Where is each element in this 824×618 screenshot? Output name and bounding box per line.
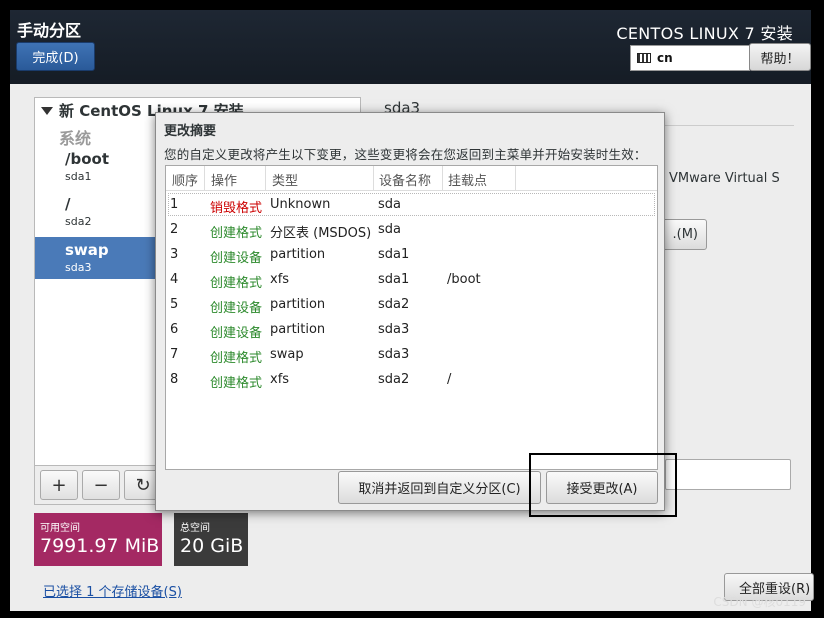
cell-order: 5 xyxy=(170,297,179,312)
cell-action: 创建设备 xyxy=(210,301,263,316)
keyboard-icon xyxy=(637,53,651,63)
cell-action: 创建格式 xyxy=(210,351,263,366)
cell-action: 创建格式 xyxy=(210,226,263,241)
cell-order: 2 xyxy=(170,222,179,237)
cell-action: 创建设备 xyxy=(210,251,263,266)
header-bar: 手动分区 完成(D) CENTOS LINUX 7 安装 cn 帮助！ xyxy=(10,10,811,84)
column-separator xyxy=(442,166,443,191)
cell-order: 6 xyxy=(170,322,179,337)
cell-device: sda2 xyxy=(378,297,410,312)
help-button[interactable]: 帮助！ xyxy=(749,43,811,71)
page-title: 手动分区 xyxy=(17,21,82,40)
cell-order: 3 xyxy=(170,247,179,262)
watermark: CSDN @核0119 xyxy=(713,595,806,609)
cell-action: 创建设备 xyxy=(210,326,263,341)
detail-input-field[interactable] xyxy=(665,459,791,490)
cell-device: sda1 xyxy=(378,247,410,262)
partition-name: / xyxy=(65,195,71,213)
keyboard-layout-indicator[interactable]: cn xyxy=(630,45,750,71)
column-header-type[interactable]: 类型 xyxy=(272,170,298,189)
summary-dialog: 更改摘要 您的自定义更改将产生以下变更，这些变更将会在您返回到主菜单并开始安装时… xyxy=(155,112,665,511)
cell-order: 1 xyxy=(170,197,179,212)
column-header-order[interactable]: 顺序 xyxy=(172,170,198,189)
table-row[interactable]: 6 创建设备 partition sda3 xyxy=(166,317,657,342)
partition-device: sda3 xyxy=(65,261,92,274)
product-title: CENTOS LINUX 7 安装 xyxy=(616,24,793,43)
cell-action: 创建格式 xyxy=(210,376,263,391)
cell-type: partition xyxy=(270,297,326,312)
cell-device: sda3 xyxy=(378,322,410,337)
column-header-action[interactable]: 操作 xyxy=(211,170,237,189)
cell-action: 创建格式 xyxy=(210,276,263,291)
total-space-label: 总空间 xyxy=(180,523,210,534)
cell-type: swap xyxy=(270,347,304,362)
partition-name: /boot xyxy=(65,150,109,168)
column-header-mount[interactable]: 挂载点 xyxy=(448,170,487,189)
cell-mount: /boot xyxy=(447,272,481,287)
column-separator xyxy=(515,166,516,191)
table-row[interactable]: 2 创建格式 分区表 (MSDOS) sda xyxy=(166,217,657,242)
cell-order: 8 xyxy=(170,372,179,387)
available-space-value: 7991.97 MiB xyxy=(40,535,160,557)
partition-name: swap xyxy=(65,241,109,259)
partition-device: sda1 xyxy=(65,170,92,183)
done-button[interactable]: 完成(D) xyxy=(16,42,95,71)
table-header: 顺序 操作 类型 设备名称 挂载点 xyxy=(166,166,657,191)
column-separator xyxy=(265,166,266,191)
expand-triangle-icon[interactable] xyxy=(41,106,53,115)
cell-device: sda xyxy=(378,222,401,237)
cell-order: 4 xyxy=(170,272,179,287)
cell-action: 销毁格式 xyxy=(210,201,263,216)
partition-device: sda2 xyxy=(65,215,92,228)
cell-mount: / xyxy=(447,372,452,387)
cell-device: sda1 xyxy=(378,272,410,287)
remove-partition-button[interactable]: − xyxy=(82,470,120,500)
cell-type: xfs xyxy=(270,372,290,387)
detail-device-name: VMware Virtual S xyxy=(669,171,780,186)
storage-devices-link[interactable]: 已选择 1 个存储设备(S) xyxy=(43,581,182,600)
highlight-annotation xyxy=(529,453,677,517)
cell-type: partition xyxy=(270,322,326,337)
column-separator xyxy=(373,166,374,191)
table-row[interactable]: 7 创建格式 swap sda3 xyxy=(166,342,657,367)
column-header-device[interactable]: 设备名称 xyxy=(379,170,431,189)
cancel-button[interactable]: 取消并返回到自定义分区(C) xyxy=(338,471,541,504)
table-row[interactable]: 3 创建设备 partition sda1 xyxy=(166,242,657,267)
table-row[interactable]: 5 创建设备 partition sda2 xyxy=(166,292,657,317)
available-space-label: 可用空间 xyxy=(40,523,80,534)
cell-type: xfs xyxy=(270,272,290,287)
available-space-box: 可用空间 7991.97 MiB xyxy=(34,513,162,566)
dialog-description: 您的自定义更改将产生以下变更，这些变更将会在您返回到主菜单并开始安装时生效： xyxy=(164,147,647,162)
cell-type: Unknown xyxy=(270,197,331,212)
cell-type: 分区表 (MSDOS) xyxy=(270,226,372,241)
keyboard-layout-label: cn xyxy=(657,51,673,65)
table-row[interactable]: 4 创建格式 xfs sda1/boot xyxy=(166,267,657,292)
total-space-box: 总空间 20 GiB xyxy=(174,513,248,566)
changes-table: 顺序 操作 类型 设备名称 挂载点 1 销毁格式 Unknown sda 2 创建格式 分区… xyxy=(165,165,658,470)
total-space-value: 20 GiB xyxy=(180,535,244,557)
column-separator xyxy=(204,166,205,191)
add-partition-button[interactable]: + xyxy=(40,470,78,500)
cell-device: sda2 xyxy=(378,372,410,387)
cell-order: 7 xyxy=(170,347,179,362)
cell-device: sda3 xyxy=(378,347,410,362)
cell-type: partition xyxy=(270,247,326,262)
table-row[interactable]: 1 销毁格式 Unknown sda xyxy=(166,192,657,217)
table-row[interactable]: 8 创建格式 xfs sda2 / xyxy=(166,367,657,392)
cell-device: sda xyxy=(378,197,401,212)
dialog-title: 更改摘要 xyxy=(164,124,217,139)
